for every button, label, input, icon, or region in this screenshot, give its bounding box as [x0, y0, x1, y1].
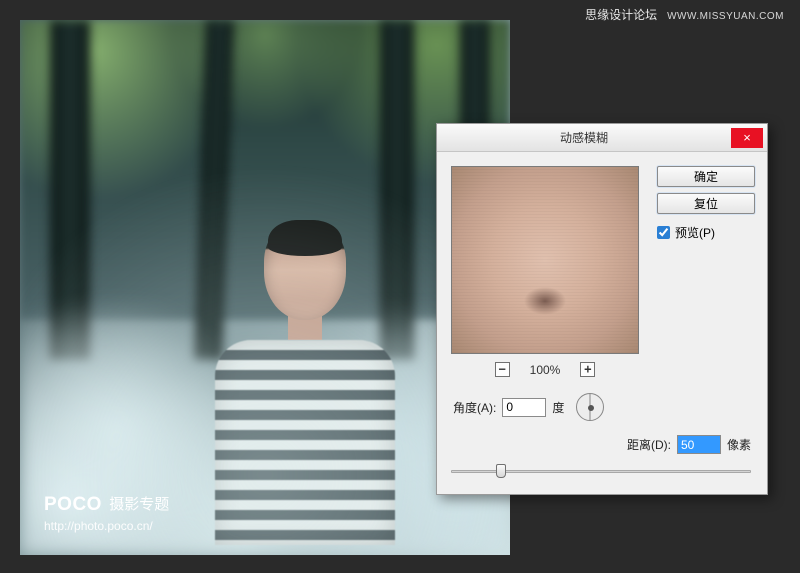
dialog-title: 动感模糊	[437, 129, 731, 146]
zoom-controls: − 100% +	[451, 362, 639, 377]
motion-blur-dialog: 动感模糊 × − 100% + 确定 复位	[436, 123, 768, 495]
dialog-titlebar[interactable]: 动感模糊 ×	[437, 124, 767, 152]
preview-checkbox-label: 预览(P)	[675, 224, 715, 241]
slider-thumb[interactable]	[496, 464, 506, 478]
distance-input[interactable]	[677, 435, 721, 454]
preview-checkbox-row[interactable]: 预览(P)	[657, 224, 755, 241]
close-button[interactable]: ×	[731, 128, 763, 148]
preview-checkbox[interactable]	[657, 226, 670, 239]
dialog-right-column: 确定 复位 预览(P)	[657, 166, 755, 241]
reset-button[interactable]: 复位	[657, 193, 755, 214]
ok-button[interactable]: 确定	[657, 166, 755, 187]
zoom-value: 100%	[530, 363, 561, 377]
plus-icon: +	[584, 364, 591, 375]
angle-label: 角度(A):	[453, 399, 496, 416]
param-controls: 角度(A): 度 距离(D): 像素	[451, 393, 751, 480]
poco-logo: POCO	[44, 494, 102, 515]
poco-subtitle: 摄影专题	[109, 496, 169, 513]
ok-button-label: 确定	[694, 168, 718, 185]
dialog-body: − 100% + 确定 复位 预览(P) 角度(A):	[437, 152, 767, 494]
forum-name: 思缘设计论坛	[585, 6, 657, 23]
angle-dial[interactable]	[576, 393, 604, 421]
distance-unit: 像素	[727, 436, 751, 453]
reset-button-label: 复位	[694, 195, 718, 212]
preview-section: − 100% +	[451, 166, 639, 377]
missyuan-watermark: 思缘设计论坛 WWW.MISSYUAN.COM	[585, 6, 784, 23]
zoom-in-button[interactable]: +	[580, 362, 595, 377]
distance-row: 距离(D): 像素	[451, 435, 751, 454]
distance-label: 距离(D):	[627, 436, 671, 453]
angle-input[interactable]	[502, 398, 546, 417]
angle-unit: 度	[552, 399, 564, 416]
zoom-out-button[interactable]: −	[495, 362, 510, 377]
angle-row: 角度(A): 度	[451, 393, 751, 421]
poco-watermark: POCO 摄影专题 http://photo.poco.cn/	[44, 493, 169, 533]
close-icon: ×	[743, 130, 751, 146]
forum-url: WWW.MISSYUAN.COM	[667, 11, 784, 22]
preview-image[interactable]	[451, 166, 639, 354]
minus-icon: −	[499, 364, 506, 375]
distance-slider[interactable]	[451, 462, 751, 480]
poco-url: http://photo.poco.cn/	[44, 519, 169, 533]
